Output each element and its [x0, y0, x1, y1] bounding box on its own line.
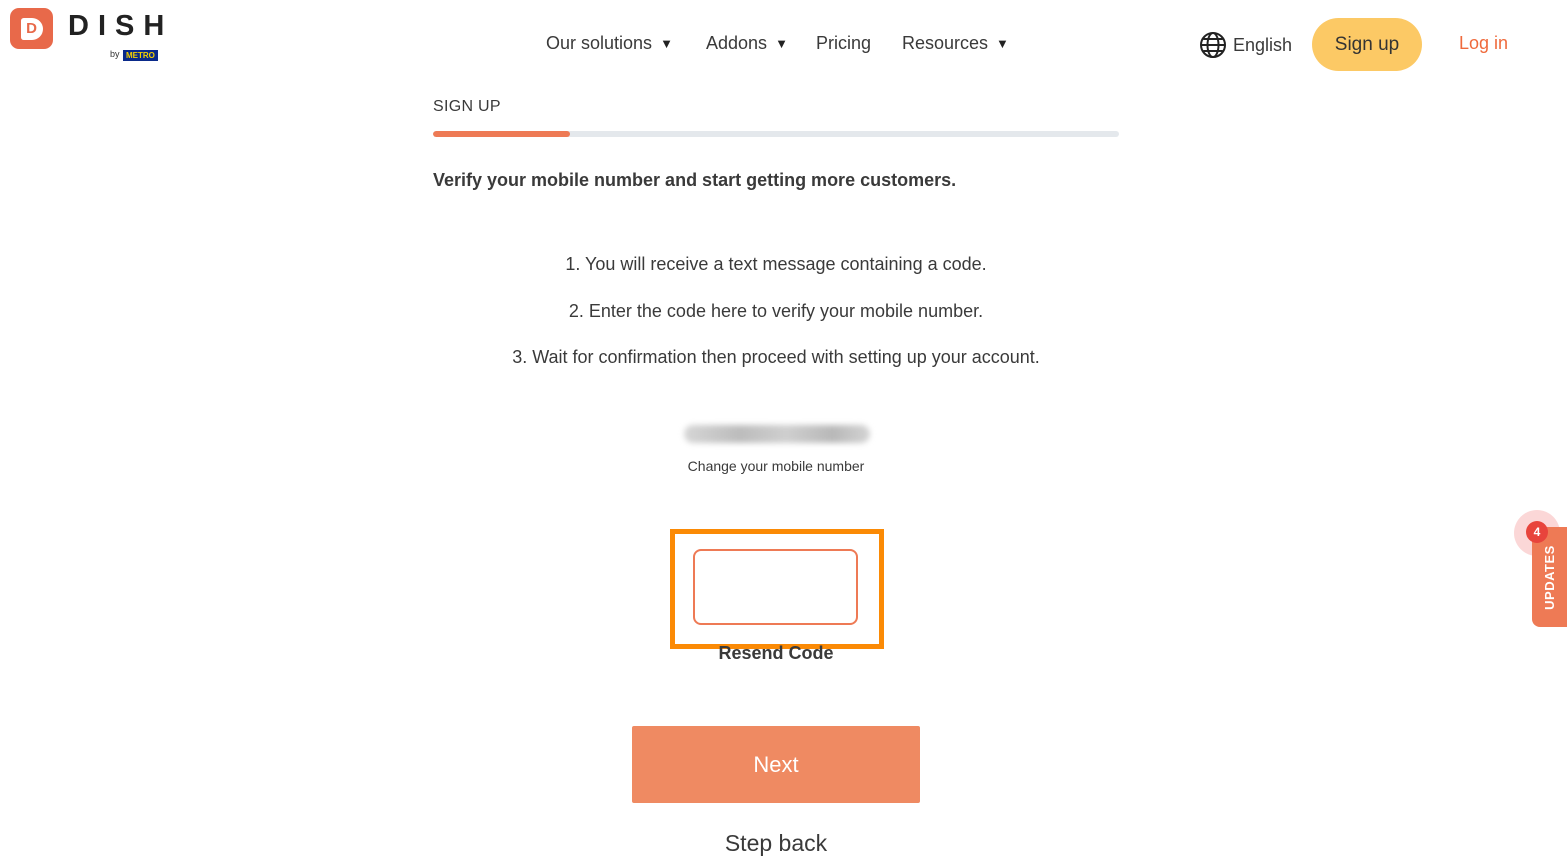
login-link[interactable]: Log in [1459, 33, 1508, 54]
instruction-step-3: 3. Wait for confirmation then proceed wi… [512, 347, 1040, 367]
verification-code-input[interactable] [693, 549, 858, 625]
resend-code-link[interactable]: Resend Code [433, 643, 1119, 664]
progress-fill [433, 131, 571, 137]
language-label: English [1233, 34, 1293, 55]
signup-button[interactable]: Sign up [1312, 18, 1422, 71]
language-selector[interactable]: English [1199, 31, 1292, 59]
step-back-link[interactable]: Step back [433, 830, 1119, 857]
nav-label: Pricing [816, 33, 872, 53]
mobile-number-redacted [684, 425, 870, 443]
caret-down-icon: ▼ [775, 36, 788, 51]
next-button[interactable]: Next [632, 726, 920, 803]
instruction-step-2: 2. Enter the code here to verify your mo… [568, 301, 984, 321]
updates-count-badge: 4 [1526, 521, 1548, 543]
section-title: SIGN UP [433, 98, 501, 115]
nav-pricing[interactable]: Pricing [816, 33, 871, 54]
brand-name[interactable]: DISH [68, 10, 173, 43]
nav-label: Our solutions [546, 33, 653, 53]
instruction-step-1: 1. You will receive a text message conta… [565, 254, 987, 274]
dish-logo-mark[interactable]: D [10, 8, 53, 49]
globe-icon [1200, 32, 1226, 58]
brand-by: by [110, 49, 120, 59]
progress-bar [433, 131, 1119, 137]
caret-down-icon: ▼ [996, 36, 1009, 51]
metro-logo: METRO [123, 50, 158, 61]
logo-d-glyph: D [20, 17, 43, 40]
nav-label: Addons [706, 33, 768, 53]
nav-resources[interactable]: Resources ▼ [902, 33, 1009, 54]
updates-label: UPDATES [1542, 544, 1557, 610]
nav-our-solutions[interactable]: Our solutions ▼ [546, 33, 673, 54]
nav-label: Resources [902, 33, 989, 53]
nav-addons[interactable]: Addons ▼ [706, 33, 788, 54]
caret-down-icon: ▼ [660, 36, 673, 51]
change-mobile-number-link[interactable]: Change your mobile number [433, 458, 1119, 474]
page-headline: Verify your mobile number and start gett… [433, 170, 957, 190]
